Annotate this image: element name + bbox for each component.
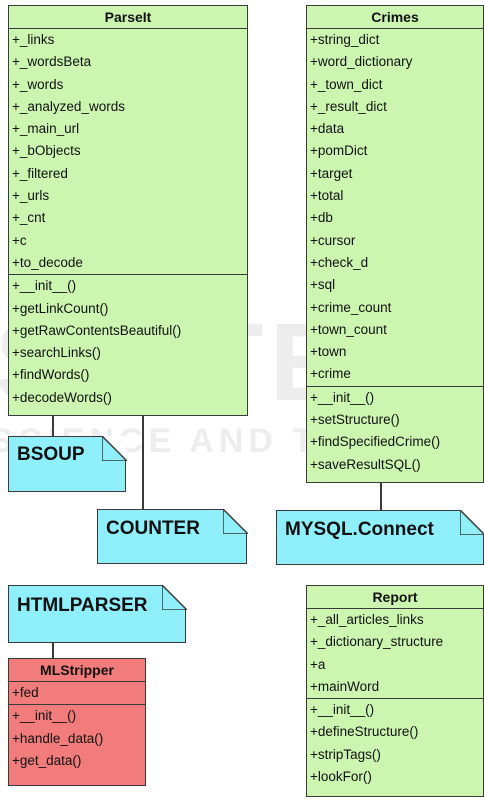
- method-item[interactable]: +get_data(): [12, 750, 145, 772]
- note-bsoup[interactable]: BSOUP: [8, 435, 127, 492]
- note-fold-icon: [101, 435, 127, 461]
- attribute-item[interactable]: +a: [310, 654, 483, 676]
- class-title: Report: [307, 586, 483, 609]
- attribute-item[interactable]: +_wordsBeta: [12, 51, 247, 73]
- methods-section: +__init__() +setStructure() +findSpecified…: [307, 385, 483, 476]
- connector-crimes-mysql: [380, 483, 382, 511]
- attribute-item[interactable]: +_filtered: [12, 163, 247, 185]
- attribute-item[interactable]: +_links: [12, 29, 247, 51]
- attribute-item[interactable]: +_dictionary_structure: [310, 631, 483, 653]
- attribute-item[interactable]: +_urls: [12, 185, 247, 207]
- class-title: ParseIt: [9, 6, 247, 29]
- method-item[interactable]: +findSpecifiedCrime(): [310, 431, 483, 453]
- attribute-item[interactable]: +_bObjects: [12, 140, 247, 162]
- class-crimes[interactable]: Crimes +string_dict +word_dictionary +_tow…: [306, 5, 484, 483]
- method-item[interactable]: +stripTags(): [310, 744, 483, 766]
- connector-parseit-bsoup: [52, 415, 54, 437]
- note-label: COUNTER: [106, 518, 200, 539]
- attribute-item[interactable]: +fed: [12, 682, 145, 704]
- methods-section: +__init__() +defineStructure() +stripTags(…: [307, 698, 483, 788]
- attribute-item[interactable]: +_town_dict: [310, 74, 483, 96]
- connector-parseit-counter: [142, 415, 144, 510]
- method-item[interactable]: +saveResultSQL(): [310, 454, 483, 476]
- note-fold-icon: [222, 508, 248, 534]
- attribute-item[interactable]: +check_d: [310, 252, 483, 274]
- class-title: Crimes: [307, 6, 483, 29]
- method-item[interactable]: +getLinkCount(): [12, 298, 247, 320]
- connector-htmlparser-mlstripper: [52, 642, 54, 658]
- note-mysql-connect[interactable]: MYSQL.Connect: [276, 509, 484, 565]
- attribute-item[interactable]: +string_dict: [310, 29, 483, 51]
- attribute-item[interactable]: +cursor: [310, 230, 483, 252]
- methods-section: +__init__() +handle_data() +get_data(): [9, 704, 145, 772]
- method-item[interactable]: +defineStructure(): [310, 721, 483, 743]
- attribute-item[interactable]: +to_decode: [12, 252, 247, 274]
- note-fold-icon: [161, 584, 187, 610]
- attribute-item[interactable]: +town_count: [310, 319, 483, 341]
- attribute-item[interactable]: +data: [310, 118, 483, 140]
- attribute-item[interactable]: +total: [310, 185, 483, 207]
- note-counter[interactable]: COUNTER: [97, 508, 248, 564]
- class-mlstripper[interactable]: MLStripper +fed +__init__() +handle_data(…: [8, 658, 146, 786]
- attribute-item[interactable]: +db: [310, 207, 483, 229]
- attribute-item[interactable]: +pomDict: [310, 140, 483, 162]
- attribute-item[interactable]: +sql: [310, 274, 483, 296]
- attribute-item[interactable]: +_words: [12, 74, 247, 96]
- method-item[interactable]: +__init__(): [310, 387, 483, 409]
- attribute-item[interactable]: +_result_dict: [310, 96, 483, 118]
- attribute-item[interactable]: +mainWord: [310, 676, 483, 698]
- note-htmlparser[interactable]: HTMLPARSER: [8, 584, 187, 643]
- attributes-section: +_links +_wordsBeta +_words +_analyzed_word…: [9, 29, 247, 274]
- attribute-item[interactable]: +_all_articles_links: [310, 609, 483, 631]
- methods-section: +__init__() +getLinkCount() +getRawContent…: [9, 274, 247, 409]
- attributes-section: +_all_articles_links +_dictionary_structu…: [307, 609, 483, 698]
- method-item[interactable]: +__init__(): [12, 705, 145, 727]
- class-title: MLStripper: [9, 659, 145, 682]
- attribute-item[interactable]: +_main_url: [12, 118, 247, 140]
- method-item[interactable]: +getRawContentsBeautiful(): [12, 320, 247, 342]
- attributes-section: +string_dict +word_dictionary +_town_dict +…: [307, 29, 483, 386]
- class-parseit[interactable]: ParseIt +_links +_wordsBeta +_words +_analy…: [8, 5, 248, 416]
- method-item[interactable]: +lookFor(): [310, 766, 483, 788]
- attribute-item[interactable]: +crime_count: [310, 297, 483, 319]
- method-item[interactable]: +setStructure(): [310, 409, 483, 431]
- method-item[interactable]: +findWords(): [12, 364, 247, 386]
- class-report[interactable]: Report +_all_articles_links +_dictionary_…: [306, 585, 484, 797]
- attribute-item[interactable]: +c: [12, 230, 247, 252]
- note-label: HTMLPARSER: [17, 595, 148, 616]
- method-item[interactable]: +__init__(): [310, 699, 483, 721]
- method-item[interactable]: +handle_data(): [12, 728, 145, 750]
- attribute-item[interactable]: +town: [310, 341, 483, 363]
- attribute-item[interactable]: +_analyzed_words: [12, 96, 247, 118]
- method-item[interactable]: +__init__(): [12, 275, 247, 297]
- attributes-section: +fed: [9, 682, 145, 704]
- attribute-item[interactable]: +_cnt: [12, 207, 247, 229]
- method-item[interactable]: +searchLinks(): [12, 342, 247, 364]
- attribute-item[interactable]: +word_dictionary: [310, 51, 483, 73]
- method-item[interactable]: +decodeWords(): [12, 387, 247, 409]
- note-label: BSOUP: [17, 444, 85, 465]
- note-label: MYSQL.Connect: [285, 519, 434, 540]
- attribute-item[interactable]: +target: [310, 163, 483, 185]
- note-fold-icon: [459, 509, 484, 535]
- attribute-item[interactable]: +crime: [310, 363, 483, 385]
